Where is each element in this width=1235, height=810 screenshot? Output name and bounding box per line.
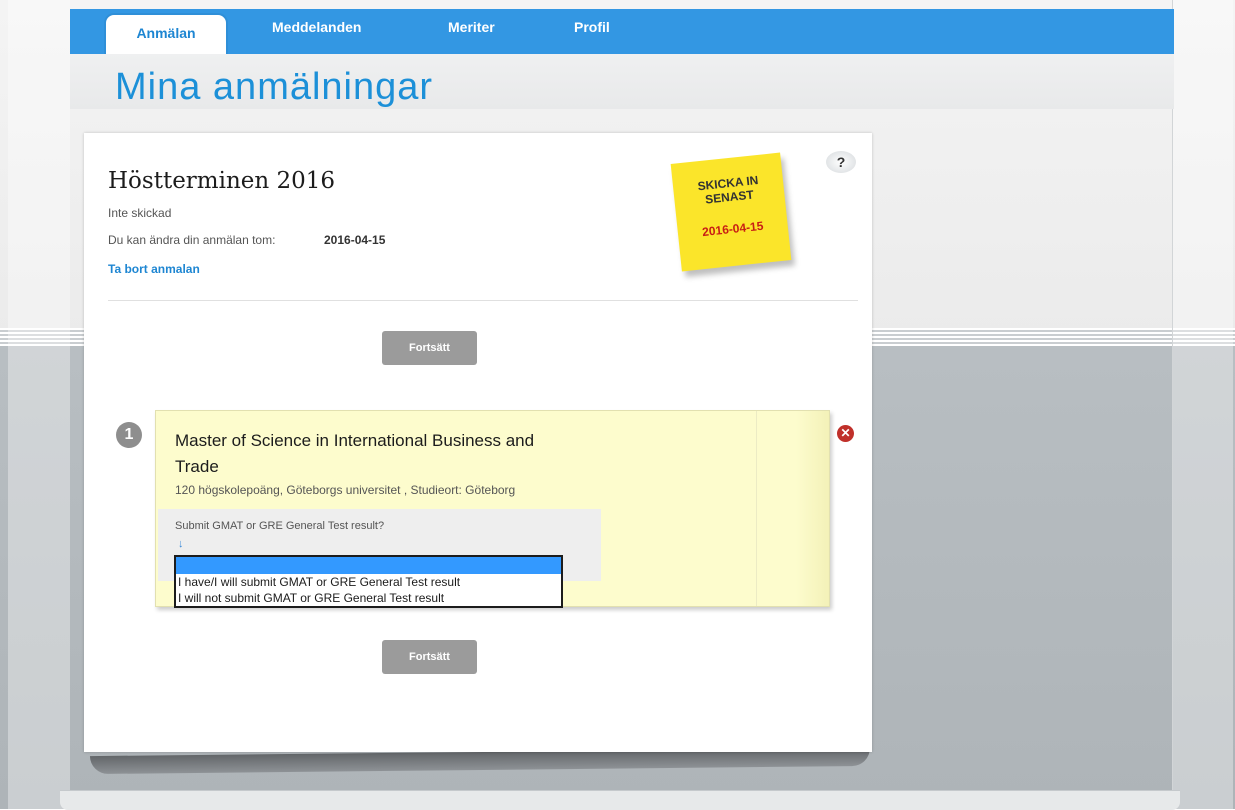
question-label: Submit GMAT or GRE General Test result? bbox=[175, 520, 385, 532]
deadline-sticky-note: SKICKA IN SENAST 2016-04-15 bbox=[670, 152, 792, 272]
page-title: Mina anmälningar bbox=[115, 66, 434, 108]
rank-badge: 1 bbox=[116, 422, 142, 448]
gmat-dropdown[interactable]: I have/I will submit GMAT or GRE General… bbox=[174, 555, 563, 608]
course-card-edge bbox=[796, 411, 829, 606]
arrow-down-icon: ↓ bbox=[178, 538, 184, 550]
page-bottom-strip bbox=[60, 790, 1180, 810]
course-title: Master of Science in International Busin… bbox=[175, 431, 535, 476]
frame-left bbox=[8, 0, 70, 809]
dropdown-option-not-submit[interactable]: I will not submit GMAT or GRE General Te… bbox=[176, 590, 561, 606]
dropdown-selected-empty[interactable] bbox=[176, 557, 561, 574]
continue-button-top[interactable]: Fortsätt bbox=[382, 331, 477, 365]
remove-application-link[interactable]: Ta bort anmalan bbox=[108, 262, 200, 276]
deadline-date: 2016-04-15 bbox=[324, 233, 386, 247]
divider bbox=[108, 300, 858, 301]
status-text: Inte skickad bbox=[108, 206, 172, 220]
dropdown-option-submit[interactable]: I have/I will submit GMAT or GRE General… bbox=[176, 574, 561, 590]
tab-meddelanden[interactable]: Meddelanden bbox=[272, 19, 361, 35]
help-icon[interactable]: ? bbox=[826, 151, 856, 173]
deadline-label: Du kan ändra din anmälan tom: bbox=[108, 233, 276, 247]
term-title: Höstterminen 2016 bbox=[108, 168, 336, 194]
sticky-date: 2016-04-15 bbox=[701, 218, 765, 240]
course-column-divider bbox=[756, 411, 757, 606]
frame-right bbox=[1172, 0, 1233, 809]
continue-button-bottom[interactable]: Fortsätt bbox=[382, 640, 477, 674]
tab-meriter[interactable]: Meriter bbox=[448, 19, 495, 35]
remove-course-icon[interactable]: ✕ bbox=[837, 425, 854, 442]
tab-anmalan[interactable]: Anmälan bbox=[104, 13, 228, 55]
course-meta: 120 högskolepoäng, Göteborgs universitet… bbox=[175, 483, 516, 497]
nav-bar bbox=[70, 9, 1174, 54]
tab-profil[interactable]: Profil bbox=[574, 19, 610, 35]
